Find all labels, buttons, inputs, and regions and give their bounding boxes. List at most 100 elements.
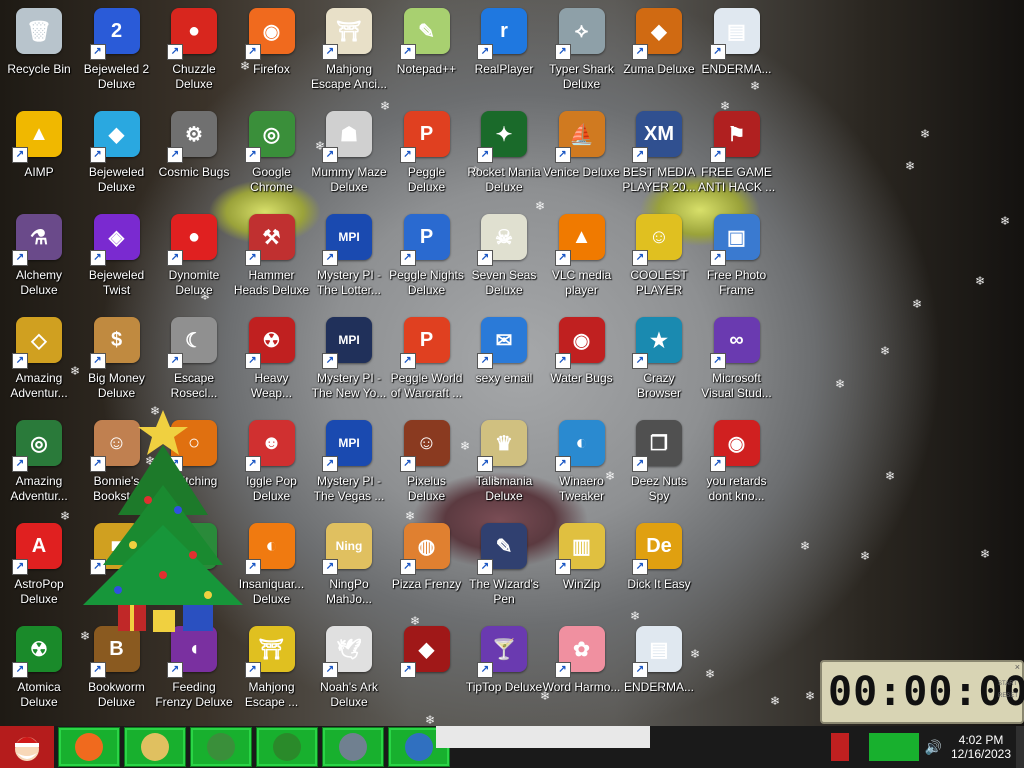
desktop-icon[interactable]: ⛵ ↗ Venice Deluxe xyxy=(543,105,621,205)
app-icon: 2 ↗ xyxy=(89,8,140,60)
shortcut-arrow-icon: ↗ xyxy=(89,353,106,369)
desktop-icon[interactable]: ✿ ↗ Word Harmo... xyxy=(543,620,621,720)
christmas-tree-icon xyxy=(273,733,301,761)
desktop-icon[interactable]: ⚒ ↗ Hammer Heads Deluxe xyxy=(233,208,311,308)
shortcut-arrow-icon: ↗ xyxy=(244,44,261,60)
user-icon[interactable] xyxy=(830,733,849,761)
app-icon-glyph: ▲ xyxy=(29,122,49,145)
desktop-icon[interactable]: MPI ↗ Mystery PI - The Vegas ... xyxy=(310,414,388,514)
desktop-icon-label: Peggle Deluxe xyxy=(407,165,446,194)
desktop-icon[interactable]: ◎ ↗ Amazing Adventur... xyxy=(0,414,78,514)
clock-time: 4:02 PM xyxy=(958,733,1004,747)
desktop-icon[interactable]: A ↗ AstroPop Deluxe xyxy=(0,517,78,617)
desktop-icon[interactable]: $ ↗ Big Money Deluxe xyxy=(78,311,156,411)
desktop-icon[interactable]: P ↗ Peggle Nights Deluxe xyxy=(388,208,466,308)
desktop-icon[interactable]: ⚑ ↗ FREE GAME ANTI HACK ... xyxy=(698,105,776,205)
desktop-icon[interactable]: ◆ ↗ Zuma Deluxe xyxy=(620,2,698,102)
taskbar-button-chrome[interactable] xyxy=(190,727,252,767)
desktop-icon-label: Chuzzle Deluxe xyxy=(172,62,216,91)
desktop-icon[interactable]: ◆ ↗ Bejeweled Deluxe xyxy=(78,105,156,205)
app-icon-glyph: ▣ xyxy=(727,226,746,249)
desktop-icon[interactable]: ☺ ↗ COOLEST PLAYER xyxy=(620,208,698,308)
desktop-icon[interactable]: ⚗ ↗ Alchemy Deluxe xyxy=(0,208,78,308)
desktop-icon[interactable]: ☾ ↗ Escape Rosecl... xyxy=(155,311,233,411)
desktop-icon[interactable]: ◆ ↗ xyxy=(388,620,466,720)
desktop-icon[interactable]: ◈ ↗ Bejeweled Twist xyxy=(78,208,156,308)
timer-close-icon[interactable]: × xyxy=(1015,662,1020,672)
taskbar-button-file-explorer[interactable] xyxy=(124,727,186,767)
taskbar-button-screen[interactable] xyxy=(322,727,384,767)
desktop-icon[interactable]: r ↗ RealPlayer xyxy=(465,2,543,102)
desktop-icon[interactable]: ◉ ↗ you retards dont kno... xyxy=(698,414,776,514)
desktop-icon[interactable]: ⟡ ↗ Typer Shark Deluxe xyxy=(543,2,621,102)
desktop-icon[interactable]: ▤ ↗ ENDERMA... xyxy=(620,620,698,720)
desktop-icon[interactable]: Ning ↗ NingPo MahJo... xyxy=(310,517,388,617)
desktop-icon[interactable]: ▥ ↗ WinZip xyxy=(543,517,621,617)
shortcut-arrow-icon: ↗ xyxy=(399,250,416,266)
timer-side-labels: START RESET xyxy=(998,678,1018,702)
desktop-icon[interactable]: ☗ ↗ Mummy Maze Deluxe xyxy=(310,105,388,205)
show-desktop-button[interactable] xyxy=(1016,726,1024,768)
desktop-icon[interactable]: ◎ ↗ Google Chrome xyxy=(233,105,311,205)
file-explorer-icon xyxy=(141,733,169,761)
app-icon-glyph: ◍ xyxy=(417,535,436,558)
timer-start-button[interactable]: START xyxy=(998,681,1017,687)
desktop-icon[interactable]: ∞ ↗ Microsoft Visual Stud... xyxy=(698,311,776,411)
app-icon-glyph: ◖ xyxy=(187,637,201,660)
taskbar-button-firefox[interactable] xyxy=(58,727,120,767)
desktop-icon[interactable]: ☠ ↗ Seven Seas Deluxe xyxy=(465,208,543,308)
desktop-icon[interactable]: De ↗ Dick It Easy xyxy=(620,517,698,617)
tray-icons[interactable] xyxy=(868,733,919,761)
app-icon-glyph: MPI xyxy=(338,230,360,244)
desktop-icon[interactable]: 🕊 ↗ Noah's Ark Deluxe xyxy=(310,620,388,720)
desktop-icon[interactable]: ☢ ↗ Atomica Deluxe xyxy=(0,620,78,720)
desktop-icon[interactable]: ❐ ↗ Deez Nuts Spy xyxy=(620,414,698,514)
app-icon: ◉ ↗ xyxy=(554,317,605,369)
desktop-icon[interactable]: XM ↗ BEST MEDIA PLAYER 20... xyxy=(620,105,698,205)
desktop-icon[interactable]: ▲ ↗ VLC media player xyxy=(543,208,621,308)
volume-icon[interactable]: 🔊 xyxy=(925,739,942,756)
desktop-icon[interactable]: ▲ ↗ AIMP xyxy=(0,105,78,205)
desktop-icon[interactable]: ● ↗ Dynomite Deluxe xyxy=(155,208,233,308)
desktop-icon[interactable]: ◍ ↗ Pizza Frenzy xyxy=(388,517,466,617)
desktop-icon[interactable]: MPI ↗ Mystery PI - The Lotter... xyxy=(310,208,388,308)
desktop-icon[interactable]: ● ↗ Chuzzle Deluxe xyxy=(155,2,233,102)
desktop-icon[interactable]: ◐ ↗ Winaero Tweaker xyxy=(543,414,621,514)
desktop-icon-label: WinZip xyxy=(562,577,601,591)
desktop-icon[interactable]: ★ ↗ Crazy Browser xyxy=(620,311,698,411)
desktop-icon[interactable]: ◉ ↗ Firefox xyxy=(233,2,311,102)
desktop-icon[interactable]: ⛩ ↗ Mahjong Escape Anci... xyxy=(310,2,388,102)
desktop-icon[interactable]: ▣ ↗ Free Photo Frame xyxy=(698,208,776,308)
desktop-icon[interactable]: ✦ ↗ Rocket Mania Deluxe xyxy=(465,105,543,205)
app-icon-glyph: P xyxy=(419,328,434,351)
desktop-icon-label: Notepad++ xyxy=(396,62,457,76)
desktop-icon[interactable]: ☢ ↗ Heavy Weap... xyxy=(233,311,311,411)
desktop-icon[interactable]: ◉ ↗ Water Bugs xyxy=(543,311,621,411)
taskbar-button-christmas-tree[interactable] xyxy=(256,727,318,767)
app-icon-glyph: ● xyxy=(187,225,201,248)
app-icon: ⚙ ↗ xyxy=(167,111,217,163)
desktop-icon[interactable]: ✎ ↗ Notepad++ xyxy=(388,2,466,102)
start-button[interactable] xyxy=(0,726,54,768)
app-icon: ◇ ↗ xyxy=(12,317,62,369)
timer-reset-button[interactable]: RESET xyxy=(998,693,1018,699)
desktop-icon[interactable]: ◇ ↗ Amazing Adventur... xyxy=(0,311,78,411)
desktop-icon[interactable]: ✎ ↗ The Wizard's Pen xyxy=(465,517,543,617)
desktop-icon[interactable]: 2 ↗ Bejeweled 2 Deluxe xyxy=(78,2,156,102)
desktop-icon[interactable]: ♛ ↗ Talismania Deluxe xyxy=(465,414,543,514)
app-icon-glyph: Ning xyxy=(335,539,363,553)
desktop-icon[interactable]: ⚙ ↗ Cosmic Bugs xyxy=(155,105,233,205)
desktop-icon[interactable]: P ↗ Peggle World of Warcraft ... xyxy=(388,311,466,411)
desktop-icon[interactable]: MPI ↗ Mystery PI - The New Yo... xyxy=(310,311,388,411)
desktop-icon[interactable]: P ↗ Peggle Deluxe xyxy=(388,105,466,205)
desktop-icon-label: Escape Rosecl... xyxy=(170,371,218,400)
stopwatch-widget[interactable]: 00:00:00 START RESET × xyxy=(820,660,1024,724)
desktop-icon[interactable]: 🍸 ↗ TipTop Deluxe xyxy=(465,620,543,720)
desktop-icon[interactable]: ☺ ↗ Pixelus Deluxe xyxy=(388,414,466,514)
desktop-icon[interactable]: 🗑 Recycle Bin xyxy=(0,2,78,102)
shortcut-arrow-icon: ↗ xyxy=(632,353,648,369)
app-icon-glyph: ◐ xyxy=(265,534,278,557)
desktop-icon[interactable]: ✉ ↗ sexy email xyxy=(465,311,543,411)
system-clock[interactable]: 4:02 PM 12/16/2023 xyxy=(948,733,1014,761)
desktop-icon[interactable]: ▤ ↗ ENDERMA... xyxy=(698,2,776,102)
